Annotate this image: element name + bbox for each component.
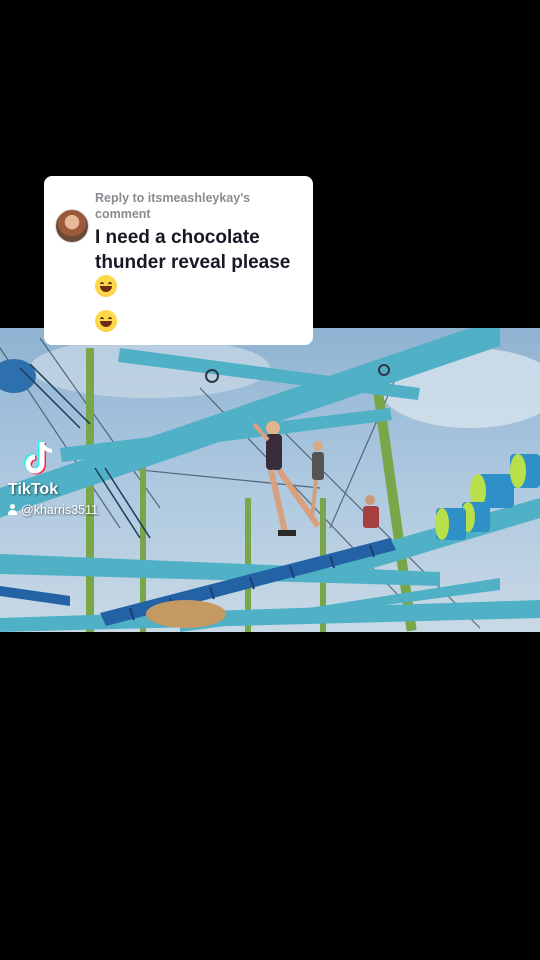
commenter-avatar[interactable] [55, 209, 89, 243]
user-icon [8, 504, 17, 515]
video-frame[interactable] [0, 328, 540, 632]
creator-handle-text: @kharris3511 [21, 503, 99, 517]
reply-label: Reply to itsmeashleykay's comment [95, 191, 251, 221]
tiktok-brand-text: TikTok [8, 481, 59, 498]
reply-comment-card[interactable]: Reply to itsmeashleykay's comment I need… [44, 176, 313, 345]
grinning-squinting-emoji [95, 275, 117, 297]
comment-text: I need a chocolate thunder reveal please [95, 227, 291, 273]
creator-handle[interactable]: @kharris3511 [8, 503, 98, 517]
tiktok-logo-icon [24, 441, 53, 475]
climber-person [252, 421, 321, 536]
grinning-squinting-emoji [95, 310, 117, 332]
ropes-course-scene [0, 328, 540, 632]
